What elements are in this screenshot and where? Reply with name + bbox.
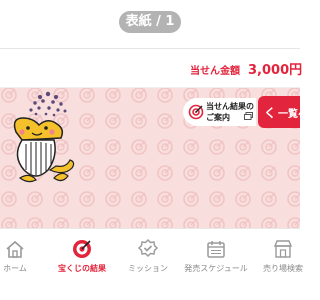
chevron-left-icon: く [264, 106, 277, 120]
tab-release-schedule-label: 発売スケジュール [184, 264, 248, 273]
new-window-icon [244, 112, 253, 120]
bottom-tab-bar: ホーム 宝くじの結果 ミッション 発売スケジュール 売り場検索 [0, 228, 303, 300]
calendar-icon [207, 241, 225, 258]
check-badge-icon [138, 239, 158, 257]
shop-icon [273, 240, 293, 258]
target-icon [73, 240, 91, 258]
tab-lottery-results-label: 宝くじの結果 [58, 264, 106, 273]
tab-home[interactable]: ホーム [0, 229, 48, 300]
whale-mascot-icon [13, 91, 75, 183]
prize-guide-button[interactable]: 当せん結果の ご案内 [183, 98, 256, 126]
tab-mission-label: ミッション [128, 264, 168, 273]
page-indicator: 表紙 / 1 [119, 11, 181, 33]
tab-lottery-results[interactable]: 宝くじの結果 [49, 229, 115, 300]
back-to-list-label: 一覧へ [278, 109, 300, 120]
tab-shop-search[interactable]: 売り場検索 [250, 229, 316, 300]
prize-amount-value: 3,000円 [248, 63, 303, 78]
tab-shop-search-label: 売り場検索 [263, 264, 303, 273]
target-icon [188, 104, 204, 120]
home-icon [6, 240, 24, 258]
prize-guide-label-line1: 当せん結果の [206, 102, 254, 111]
ticket-canvas: 当せん結果の ご案内 く 一覧へ [0, 88, 300, 228]
back-to-list-button[interactable]: く 一覧へ [258, 96, 300, 128]
prize-amount-bar: 当せん金額 3,000円 [0, 48, 303, 88]
tab-mission[interactable]: ミッション [115, 229, 181, 300]
tab-release-schedule[interactable]: 発売スケジュール [183, 229, 249, 300]
tab-home-label: ホーム [3, 264, 27, 273]
top-bar: 表紙 / 1 [0, 0, 300, 48]
prize-amount-label: 当せん金額 [190, 66, 240, 77]
